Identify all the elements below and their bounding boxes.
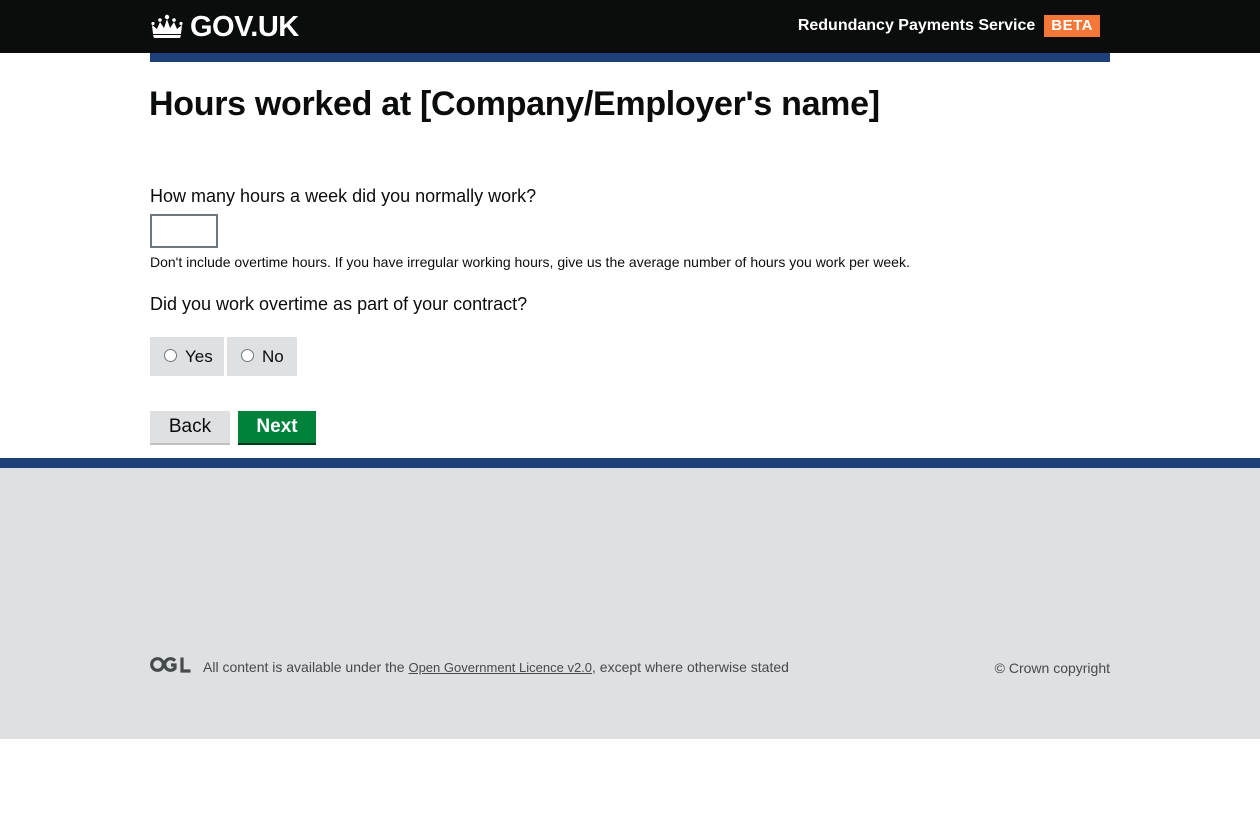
site-header: GOV.UK Redundancy Payments Service BETA [0, 0, 1260, 53]
next-button[interactable]: Next [238, 411, 316, 443]
back-button[interactable]: Back [150, 411, 230, 443]
radio-yes-label: Yes [185, 346, 213, 366]
service-name-link[interactable]: Redundancy Payments Service [798, 15, 1035, 37]
site-footer: All content is available under the Open … [0, 458, 1260, 739]
radio-no-label: No [262, 346, 284, 366]
header-divider [150, 53, 1110, 62]
logo-text: GOV.UK [190, 11, 299, 43]
licence-text: All content is available under the Open … [203, 657, 789, 678]
overtime-no-option[interactable]: No [227, 337, 297, 376]
hours-hint-text: Don't include overtime hours. If you hav… [150, 254, 910, 270]
phase-tag-badge: BETA [1044, 15, 1100, 37]
licence-suffix: , except where otherwise stated [592, 659, 789, 675]
crown-copyright-link[interactable]: © Crown copyright [995, 658, 1110, 678]
licence-prefix: All content is available under the [203, 659, 409, 675]
crown-icon [150, 13, 184, 41]
service-banner: Redundancy Payments Service BETA [798, 15, 1100, 37]
ogl-logo-icon [150, 656, 192, 673]
page-title: Hours worked at [Company/Employer's name… [149, 85, 880, 123]
footer-divider [0, 458, 1260, 468]
hours-question-label: How many hours a week did you normally w… [150, 186, 537, 206]
radio-yes-circle[interactable] [164, 349, 177, 362]
overtime-yes-option[interactable]: Yes [150, 337, 224, 376]
govuk-logo-link[interactable]: GOV.UK [150, 10, 299, 44]
radio-no-circle[interactable] [241, 349, 254, 362]
ogl-licence-link[interactable]: Open Government Licence v2.0 [408, 660, 592, 675]
overtime-question-label: Did you work overtime as part of your co… [150, 294, 528, 314]
hours-per-week-input[interactable] [150, 214, 218, 248]
